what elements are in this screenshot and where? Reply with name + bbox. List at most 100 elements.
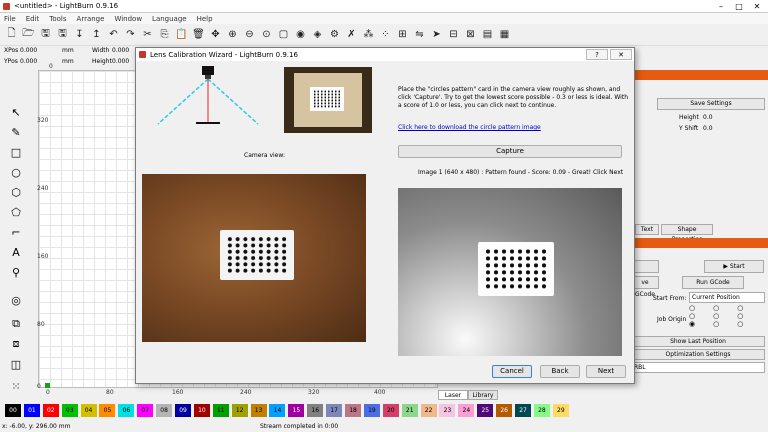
trace-icon[interactable]: ◈ [310,27,325,42]
close-icon[interactable]: ✕ [748,0,766,13]
edit-nodes-icon[interactable]: ✎ [8,124,24,140]
capture-button[interactable]: Capture [398,145,622,158]
menu-help[interactable]: Help [197,15,213,23]
run-gcode-button[interactable]: Run GCode [682,276,744,289]
height-value[interactable]: 0.0 [703,114,713,121]
help-button[interactable]: ? [586,49,608,60]
palette-swatch[interactable]: 12 [231,403,248,417]
save-as-icon[interactable]: 🖫 [55,27,70,42]
line-icon[interactable]: ⌐ [8,224,24,240]
palette-swatch[interactable]: 03 [61,403,78,417]
palette-swatch[interactable]: 21 [401,403,418,417]
minimize-icon[interactable]: – [712,0,730,13]
job-origin-radios[interactable]: ○○○ ○○○ ◉○○ [689,304,761,328]
dock-icon[interactable]: ▤ [480,27,495,42]
ellipse-icon[interactable]: ○ [8,164,24,180]
zoom-page-icon[interactable]: ▢ [276,27,291,42]
palette-swatch[interactable]: 08 [156,403,173,417]
palette-swatch[interactable]: 19 [363,403,380,417]
tab-library[interactable]: Library [468,390,498,400]
palette-swatch[interactable]: 20 [382,403,399,417]
palette-swatch[interactable]: 23 [439,403,456,417]
menu-tools[interactable]: Tools [49,15,66,23]
palette-swatch[interactable]: 10 [193,403,210,417]
mirror-icon[interactable]: ⇋ [412,27,427,42]
download-pattern-link[interactable]: Click here to download the circle patter… [398,124,541,131]
width-field[interactable]: 0.000 [112,47,129,54]
menu-edit[interactable]: Edit [26,15,40,23]
palette-swatch[interactable]: 18 [345,403,362,417]
cancel-button[interactable]: Cancel [492,365,532,378]
import-icon[interactable]: ↧ [72,27,87,42]
cut-icon[interactable]: ✂ [140,27,155,42]
palette-swatch[interactable]: 06 [118,403,135,417]
palette-swatch[interactable]: 28 [533,403,550,417]
palette-swatch[interactable]: 29 [552,403,569,417]
tab-laser[interactable]: Laser [438,390,468,400]
palette-swatch[interactable]: 22 [420,403,437,417]
arrange-icon[interactable]: ⊠ [463,27,478,42]
palette-swatch[interactable]: 13 [250,403,267,417]
paste-icon[interactable]: 📋 [174,27,189,42]
yshift-value[interactable]: 0.0 [703,125,713,132]
zoom-fit-icon[interactable]: ⊙ [259,27,274,42]
save-gcode-button[interactable]: ve GCode [631,276,659,298]
ungroup-icon[interactable]: ⁘ [378,27,393,42]
height-field[interactable]: 0.000 [112,58,129,65]
grid-icon[interactable]: ▦ [497,27,512,42]
tab-text[interactable]: Text [635,224,659,235]
boolean-diff-icon[interactable]: ⧈ [8,336,24,352]
maximize-icon[interactable]: □ [730,0,748,13]
menu-language[interactable]: Language [152,15,187,23]
distribute-icon[interactable]: ⊟ [446,27,461,42]
copy-icon[interactable]: ⎘ [157,27,172,42]
export-icon[interactable]: ↥ [89,27,104,42]
palette-swatch[interactable]: 24 [458,403,475,417]
undo-icon[interactable]: ↶ [106,27,121,42]
start-button[interactable]: ▶ Start [704,260,764,273]
save-settings-button[interactable]: Save Settings [657,98,765,110]
palette-swatch[interactable]: 01 [23,403,40,417]
redo-icon[interactable]: ↷ [123,27,138,42]
menu-arrange[interactable]: Arrange [77,15,105,23]
delete-icon[interactable]: 🗑 [191,27,206,42]
palette-swatch[interactable]: 02 [42,403,59,417]
boolean-union-icon[interactable]: ⧉ [8,316,24,332]
show-last-position-button[interactable]: Show Last Position [631,336,765,347]
send-icon[interactable]: ➤ [429,27,444,42]
palette-swatch[interactable]: 26 [496,403,513,417]
close-icon[interactable]: ✕ [610,49,632,60]
group-icon[interactable]: ⁂ [361,27,376,42]
zoom-out-icon[interactable]: ⊖ [242,27,257,42]
select-icon[interactable]: ↖ [8,104,24,120]
boolean-intersect-icon[interactable]: ◫ [8,356,24,372]
ypos-field[interactable]: 0.000 [20,58,37,65]
back-button[interactable]: Back [540,365,580,378]
zoom-in-icon[interactable]: ⊕ [225,27,240,42]
palette-swatch[interactable]: 00 [5,403,21,417]
palette-swatch[interactable]: 16 [307,403,324,417]
palette-swatch[interactable]: 11 [212,403,229,417]
rectangle-icon[interactable]: □ [8,144,24,160]
open-file-icon[interactable]: 🗁 [21,27,36,42]
palette-swatch[interactable]: 04 [80,403,97,417]
align-icon[interactable]: ⊞ [395,27,410,42]
text-icon[interactable]: A [8,244,24,260]
position-icon[interactable]: ⚲ [8,264,24,280]
palette-swatch[interactable]: 25 [477,403,494,417]
tools-icon[interactable]: ✗ [344,27,359,42]
palette-swatch[interactable]: 27 [515,403,532,417]
menu-file[interactable]: File [4,15,16,23]
pause-button[interactable] [631,260,659,273]
pentagon-icon[interactable]: ⬠ [8,204,24,220]
palette-swatch[interactable]: 07 [137,403,154,417]
menu-window[interactable]: Window [114,15,142,23]
palette-swatch[interactable]: 09 [175,403,192,417]
move-icon[interactable]: ✥ [208,27,223,42]
array-icon[interactable]: ⁙ [8,378,24,394]
camera-icon[interactable]: ◉ [293,27,308,42]
start-from-select[interactable]: Current Position [689,292,765,303]
offset-icon[interactable]: ◎ [8,292,24,308]
polygon-icon[interactable]: ⬡ [8,184,24,200]
xpos-field[interactable]: 0.000 [20,47,37,54]
